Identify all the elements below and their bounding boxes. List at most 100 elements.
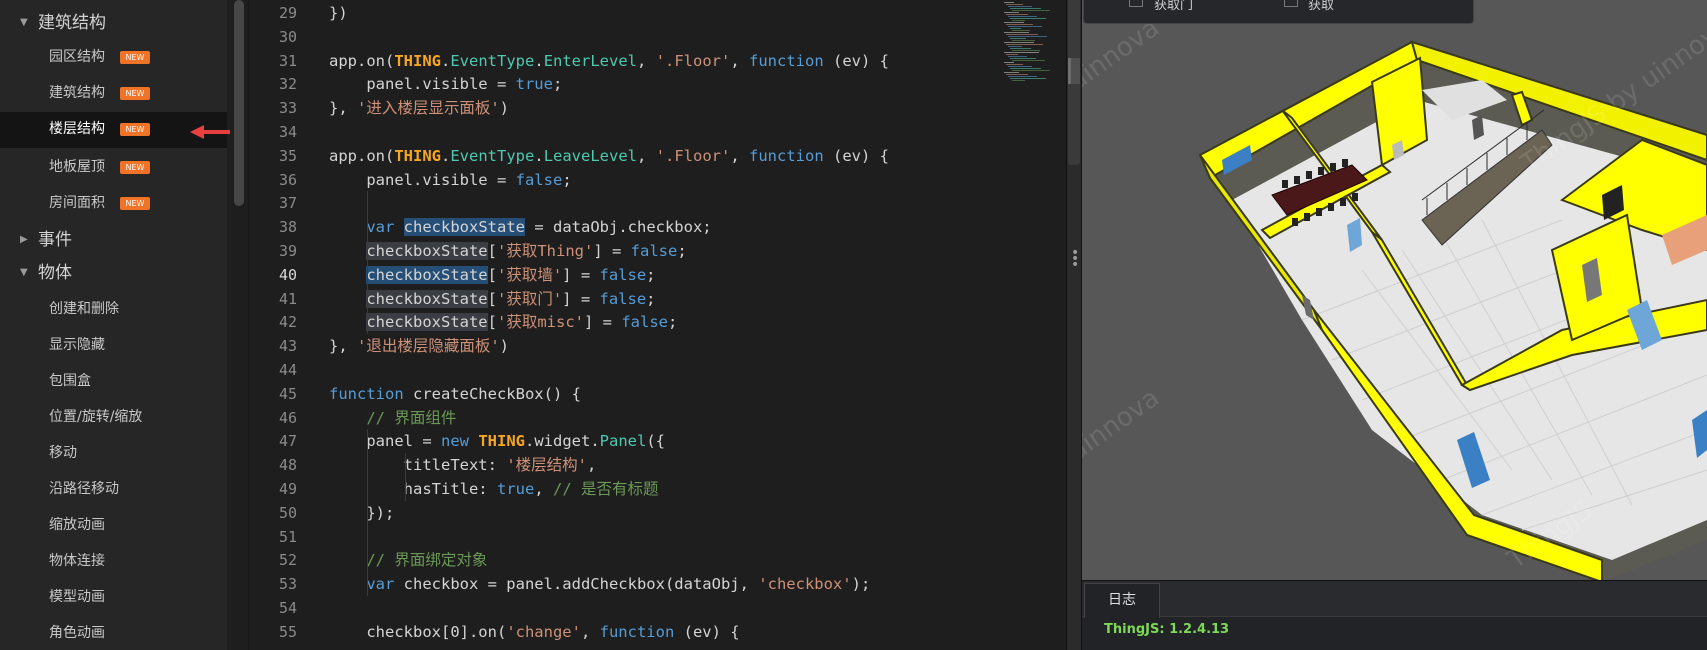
code-line[interactable]: }) — [329, 1, 348, 25]
code-line[interactable]: titleText: '楼层结构', — [329, 453, 597, 477]
code-token: '获取门' — [497, 289, 563, 308]
drag-handle-icon[interactable]: • • • — [1071, 246, 1079, 272]
splitter-tab-marker[interactable] — [1068, 58, 1080, 84]
code-line[interactable]: // 界面绑定对象 — [329, 548, 487, 572]
sidebar-scrollbar[interactable] — [234, 0, 244, 206]
code-line[interactable]: // 界面组件 — [329, 406, 456, 430]
code-token: , — [534, 480, 553, 498]
minimap-line — [1004, 22, 1024, 23]
code-token: hasTitle: — [329, 480, 497, 498]
code-token: checkboxState — [403, 218, 525, 237]
category-building-structure[interactable]: ▼ 建筑结构 — [0, 8, 227, 38]
code-line[interactable]: var checkbox = panel.addCheckbox(dataObj… — [329, 572, 870, 596]
new-badge: NEW — [120, 51, 150, 64]
3d-viewport[interactable]: uinnova ThingJS by uinnova uinnova Thing… — [1082, 0, 1707, 580]
sidebar-item-object[interactable]: 角色动画 — [0, 616, 227, 646]
code-token: }, — [329, 99, 357, 118]
minimap-line — [1004, 72, 1019, 73]
sidebar-item-object[interactable]: 包围盒 — [0, 364, 227, 394]
chevron-down-icon: ▼ — [20, 267, 28, 278]
tab-log[interactable]: 日志 — [1084, 583, 1160, 618]
code-line[interactable]: panel.visible = true; — [329, 72, 562, 96]
minimap-line — [1008, 46, 1022, 47]
code-line[interactable]: app.on(THING.EventType.LeaveLevel, '.Flo… — [329, 144, 889, 168]
sidebar-item-object[interactable]: 缩放动画 — [0, 508, 227, 538]
minimap-line — [1008, 56, 1027, 57]
code-token: [ — [487, 242, 497, 260]
code-token: [ — [487, 265, 497, 284]
code-minimap[interactable] — [996, 0, 1066, 90]
code-line[interactable]: function createCheckBox() { — [329, 382, 581, 406]
line-number: 29 — [278, 4, 297, 22]
minimap-line — [1010, 18, 1046, 19]
line-number: 50 — [278, 503, 297, 522]
code-token: ({ — [646, 432, 665, 451]
sidebar-item-object[interactable]: 创建和删除 — [0, 292, 227, 322]
code-line[interactable]: app.on(THING.EventType.EnterLevel, '.Flo… — [329, 49, 889, 73]
code-editor[interactable]: 29 30 31 32 33 34 35 36 37 38 39 40 41 42 43 44 45 46 47 48… — [248, 0, 1066, 650]
sidebar-item-campus-structure[interactable]: 园区结构 NEW — [0, 40, 227, 70]
minimap-line — [1012, 10, 1050, 11]
line-number: 42 — [278, 313, 297, 332]
category-events[interactable]: ▶ 事件 — [0, 225, 227, 255]
minimap-line — [1010, 58, 1036, 59]
code-token: '获取Thing' — [497, 242, 594, 260]
code-line[interactable]: }, '进入楼层显示面板') — [329, 96, 509, 120]
sidebar-item-label: 包围盒 — [49, 373, 91, 389]
code-line[interactable]: }); — [329, 501, 394, 525]
code-line[interactable]: checkboxState['获取门'] = false; — [329, 287, 656, 311]
checkbox[interactable] — [1129, 0, 1143, 7]
minimap-line — [1012, 30, 1030, 31]
code-token: ] = — [584, 313, 622, 332]
minimap-line — [1010, 78, 1046, 79]
checkbox[interactable] — [1284, 0, 1298, 7]
code-line[interactable]: var checkboxState = dataObj.checkbox; — [329, 215, 712, 239]
code-line[interactable]: checkboxState['获取Thing'] = false; — [329, 239, 687, 263]
sidebar-item-floor-roof[interactable]: 地板屋顶 NEW — [0, 150, 227, 180]
code-token: EnterLevel — [543, 51, 638, 70]
sidebar-item-object[interactable]: 位置/旋转/缩放 — [0, 400, 227, 430]
code-token: }) — [329, 4, 348, 22]
minimap-line — [1008, 66, 1032, 67]
code-token: new — [440, 432, 469, 451]
code-line[interactable]: }, '退出楼层隐藏面板') — [329, 334, 509, 358]
sidebar-item-label: 缩放动画 — [49, 517, 105, 533]
sidebar-item-building-structure[interactable]: 建筑结构 NEW — [0, 76, 227, 106]
line-number: 36 — [278, 170, 297, 189]
sidebar-item-label: 移动 — [49, 445, 77, 461]
new-badge: NEW — [120, 87, 150, 100]
code-line[interactable]: panel.visible = false; — [329, 168, 571, 192]
sidebar-item-object[interactable]: 物体连接 — [0, 544, 227, 574]
code-token: createCheckBox() { — [403, 384, 581, 403]
sidebar-item-label: 模型动画 — [49, 589, 105, 605]
sidebar-item-object[interactable]: 移动 — [0, 436, 227, 466]
code-line[interactable]: checkboxState['获取墙'] = false; — [329, 263, 656, 287]
sidebar-item-label: 地板屋顶 — [49, 159, 105, 175]
code-line[interactable]: panel = new THING.widget.Panel({ — [329, 429, 665, 453]
code-token: LeaveLevel — [543, 146, 638, 165]
code-line[interactable]: checkbox[0].on('change', function (ev) { — [329, 620, 740, 644]
floor-structure-panel[interactable]: 获取门 获取 — [1083, 0, 1474, 24]
sidebar-item-room-area[interactable]: 房间面积 NEW — [0, 186, 227, 216]
code-line[interactable]: hasTitle: true, // 是否有标题 — [329, 477, 659, 501]
code-token: (ev) { — [674, 622, 740, 641]
code-token: '获取墙' — [497, 265, 563, 284]
line-number: 48 — [278, 456, 297, 475]
new-badge: NEW — [120, 197, 150, 210]
code-token: = dataObj.checkbox; — [525, 218, 712, 237]
new-badge: NEW — [120, 123, 150, 136]
code-token: var — [366, 575, 395, 594]
category-objects[interactable]: ▼ 物体 — [0, 258, 227, 288]
sidebar-item-object[interactable]: 模型动画 — [0, 580, 227, 610]
minimap-line — [1010, 38, 1026, 39]
code-token: THING — [394, 51, 441, 70]
code-token: app.on( — [329, 146, 395, 165]
line-number: 47 — [278, 432, 297, 451]
sidebar-item-object[interactable]: 显示隐藏 — [0, 328, 227, 358]
sidebar-item-object[interactable]: 沿路径移动 — [0, 472, 227, 502]
line-number-gutter: 29 30 31 32 33 34 35 36 37 38 39 40 41 42 43 44 45 46 47 48… — [249, 0, 305, 650]
code-token: panel = — [329, 432, 441, 451]
code-line[interactable]: checkboxState['获取misc'] = false; — [329, 310, 677, 334]
